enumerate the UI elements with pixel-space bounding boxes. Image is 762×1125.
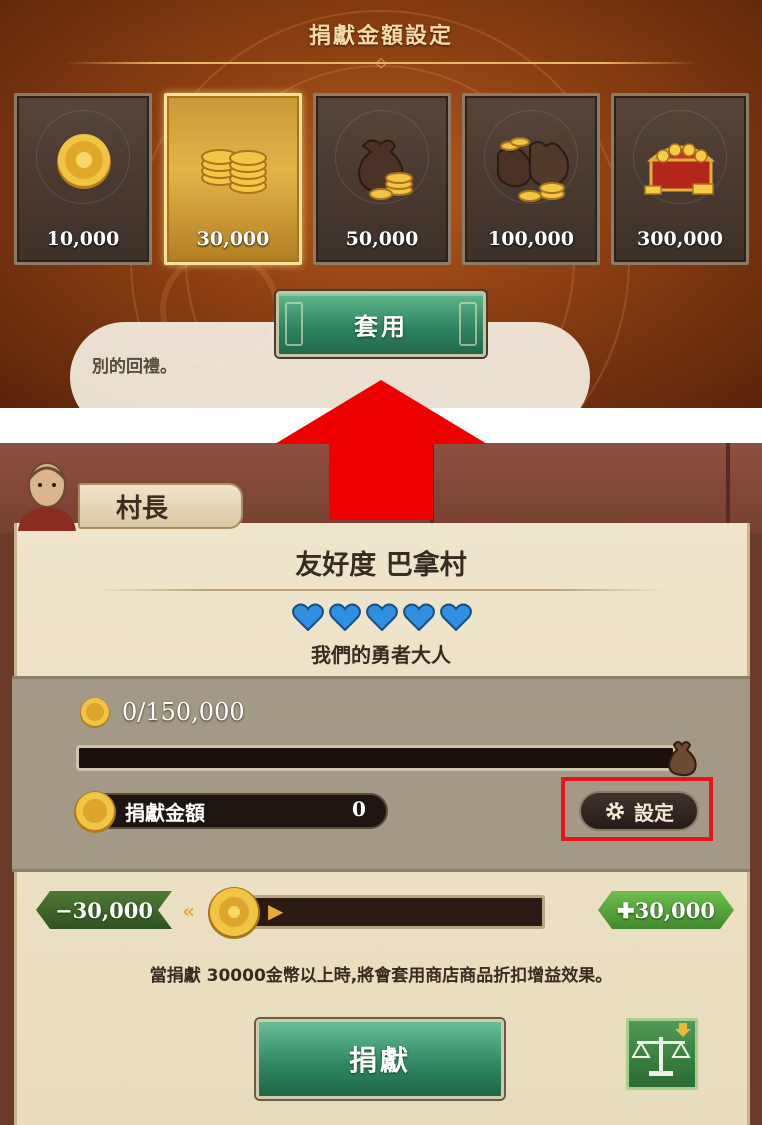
donation-slider-knob[interactable] <box>206 885 262 941</box>
village-chief-dialog: 村長 友好度 巴拿村 我們的勇者大人 0/150,000 捐獻金額 0 設定 −… <box>0 443 762 1125</box>
background-speech-text: 別的回禮。 <box>92 357 177 377</box>
slider-left-arrow-icon: « <box>182 899 195 923</box>
coin-bag-icon <box>357 139 413 200</box>
heart-icon <box>329 603 361 631</box>
amount-option-300000[interactable]: 300,000 <box>611 93 749 265</box>
donate-button[interactable]: 捐獻 <box>256 1019 504 1099</box>
donation-amount-settings-panel: 別的回禮。 捐獻金額設定 ◇ 10,000 30,000 50,000 100,… <box>0 0 762 408</box>
coin-bags-icon <box>496 137 569 202</box>
friendship-title: 友好度 巴拿村 <box>295 550 467 581</box>
heart-icon <box>292 603 324 631</box>
donation-amount-label: 捐獻金額 <box>125 801 205 825</box>
amount-options: 10,000 30,000 50,000 100,000 300,000 <box>14 93 750 265</box>
donation-slider-track[interactable] <box>215 895 545 929</box>
amount-option-50000[interactable]: 50,000 <box>313 93 451 265</box>
amount-label: 300,000 <box>637 228 723 250</box>
treasure-chest-icon <box>644 143 716 195</box>
annotation-highlight-box <box>561 777 713 841</box>
apply-button[interactable]: 套用 <box>276 291 486 357</box>
annotation-up-arrow <box>275 380 487 520</box>
apply-button-label: 套用 <box>354 312 408 341</box>
chief-avatar <box>18 462 76 531</box>
amount-label: 50,000 <box>345 228 419 250</box>
decrease-amount-label: 30,000 <box>72 897 153 923</box>
panel-title: 捐獻金額設定 <box>308 24 453 49</box>
npc-name: 村長 <box>116 493 169 524</box>
donation-amount-value: 0 <box>352 797 366 821</box>
decrease-donation-button[interactable]: − 30,000 <box>36 891 172 929</box>
gold-coin-icon <box>74 791 116 833</box>
amount-option-30000[interactable]: 30,000 <box>164 93 302 265</box>
donation-progress-text: 0/150,000 <box>122 698 245 726</box>
npc-name-banner: 村長 <box>78 483 243 529</box>
heart-icon <box>366 603 398 631</box>
amount-label: 30,000 <box>196 228 270 250</box>
increase-donation-button[interactable]: ✚ 30,000 <box>598 891 734 929</box>
button-ornament <box>459 302 477 346</box>
plus-icon: ✚ <box>617 897 635 923</box>
money-bag-icon <box>667 741 697 777</box>
button-ornament <box>285 302 303 346</box>
amount-option-100000[interactable]: 100,000 <box>462 93 600 265</box>
coin-stack-icon <box>201 149 267 194</box>
friendship-hearts <box>292 603 472 633</box>
heart-icon <box>440 603 472 631</box>
amount-option-10000[interactable]: 10,000 <box>14 93 152 265</box>
amount-label: 10,000 <box>46 228 120 250</box>
gold-coin-icon <box>80 698 110 728</box>
amount-label: 100,000 <box>488 228 574 250</box>
increase-amount-label: 30,000 <box>634 897 715 923</box>
donate-button-label: 捐獻 <box>348 1044 411 1077</box>
discount-info-text: 當捐獻 30000金幣以上時,將會套用商店商品折扣增益效果。 <box>149 966 613 986</box>
heart-icon <box>403 603 435 631</box>
title-divider <box>95 589 667 591</box>
scale-button[interactable] <box>626 1018 698 1090</box>
single-coin-icon <box>57 134 111 189</box>
divider-ornament-icon: ◇ <box>375 55 387 71</box>
friendship-rank: 我們的勇者大人 <box>311 643 451 667</box>
balance-scale-icon <box>631 1023 691 1076</box>
minus-icon: − <box>55 897 73 923</box>
slider-right-arrow-icon: ▶ <box>268 899 284 923</box>
donation-progress-bar <box>76 745 676 771</box>
